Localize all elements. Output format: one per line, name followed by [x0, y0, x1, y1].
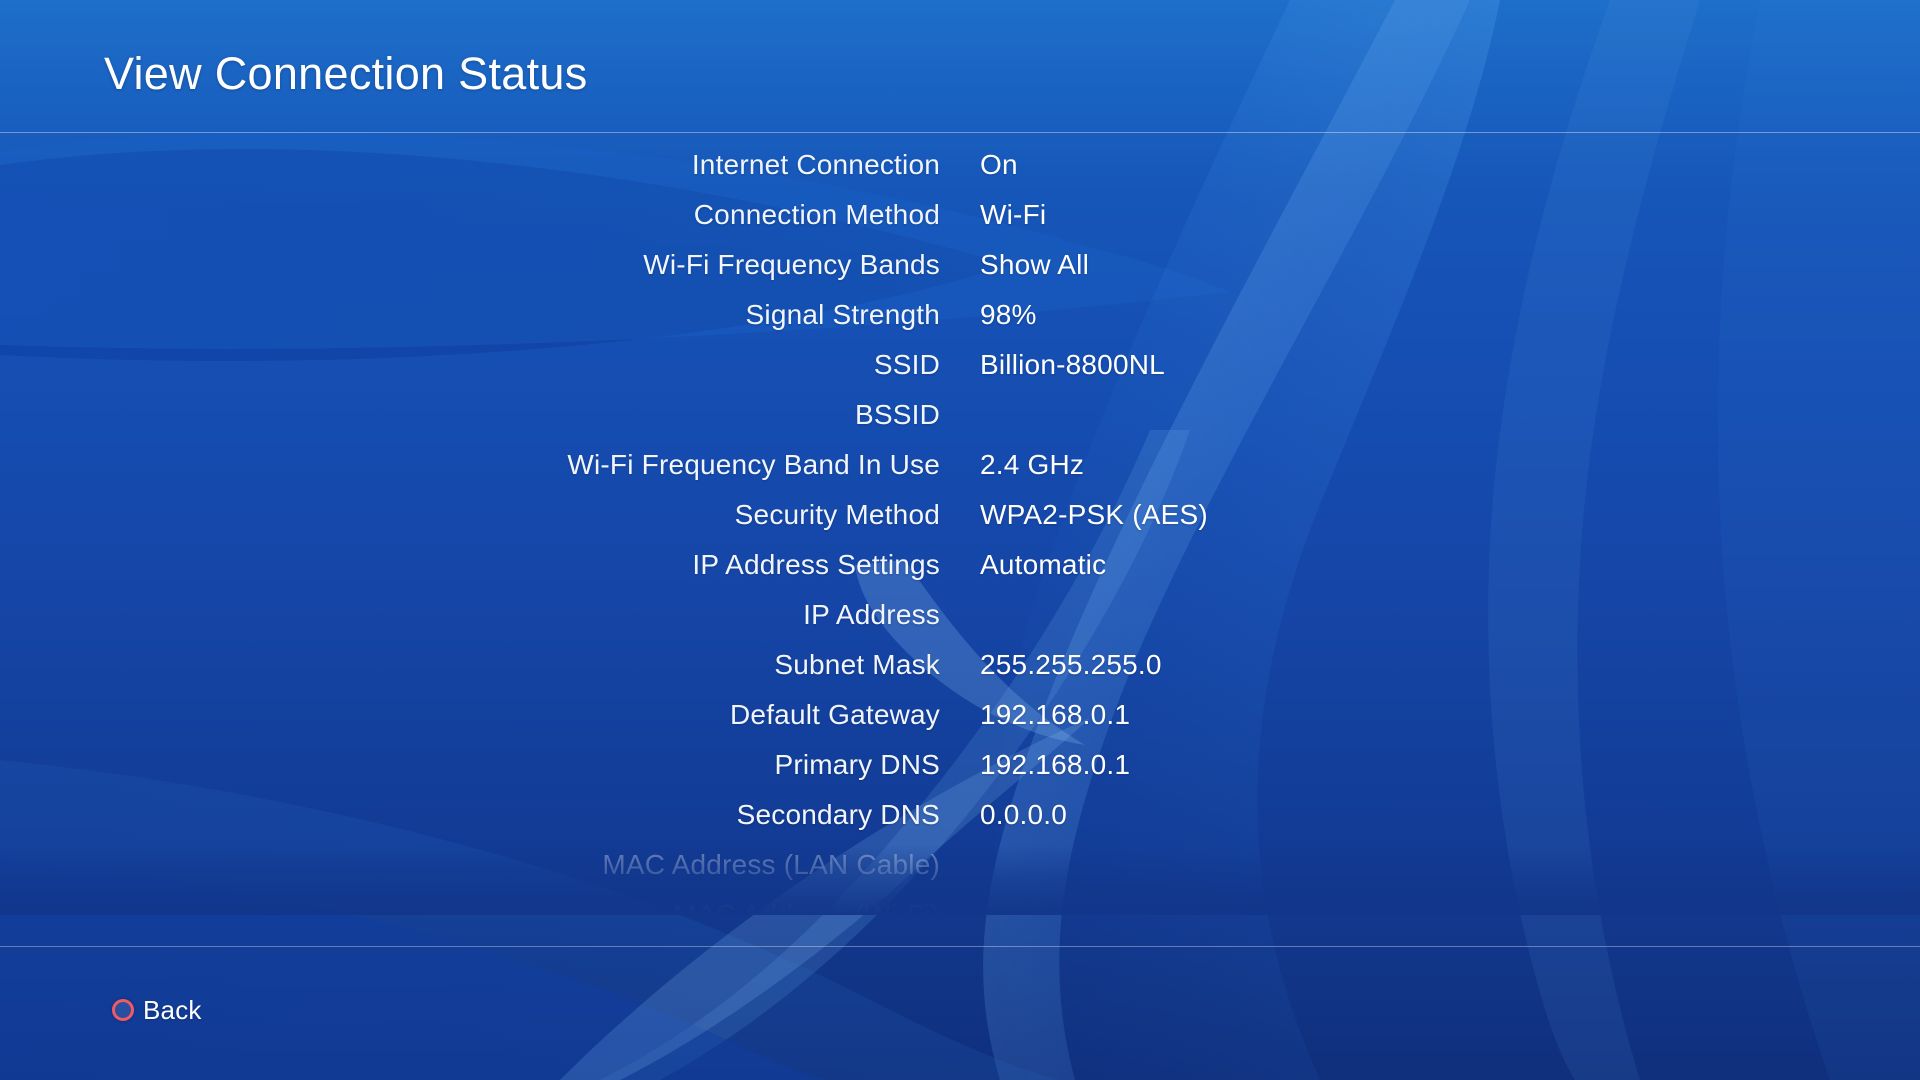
footer: Back	[0, 946, 1920, 1080]
status-row-label: Subnet Mask	[774, 649, 940, 680]
status-row[interactable]: Secondary DNS 0.0.0.0	[0, 790, 1920, 840]
status-row-label: Wi-Fi Frequency Bands	[643, 249, 940, 280]
status-row[interactable]: Internet Connection On	[0, 140, 1920, 190]
status-row-value: Show All	[980, 249, 1089, 280]
status-row-label: Secondary DNS	[736, 799, 940, 830]
status-row-label: Wi-Fi Frequency Band In Use	[567, 449, 940, 480]
status-row[interactable]: Primary DNS 192.168.0.1	[0, 740, 1920, 790]
status-row-value: Billion-8800NL	[980, 349, 1165, 380]
status-row-label: Security Method	[734, 499, 940, 530]
status-row-label: MAC Address (Wi-Fi)	[673, 899, 940, 915]
back-button-label: Back	[143, 994, 202, 1025]
status-row-value: 98%	[980, 299, 1037, 330]
status-row[interactable]: IP Address	[0, 590, 1920, 640]
circle-button-icon	[112, 999, 134, 1021]
status-row[interactable]: Wi-Fi Frequency Band In Use 2.4 GHz	[0, 440, 1920, 490]
status-row-value: Automatic	[980, 549, 1107, 580]
status-row[interactable]: MAC Address (LAN Cable)	[0, 840, 1920, 890]
status-row-value: WPA2-PSK (AES)	[980, 499, 1208, 530]
status-row[interactable]: Connection Method Wi-Fi	[0, 190, 1920, 240]
status-row-label: Connection Method	[693, 199, 940, 230]
status-row-value: 192.168.0.1	[980, 699, 1131, 730]
status-row-value: 192.168.0.1	[980, 749, 1131, 780]
status-row[interactable]: Signal Strength 98%	[0, 290, 1920, 340]
status-row-label: IP Address Settings	[692, 549, 940, 580]
status-row-label: Internet Connection	[691, 149, 940, 180]
footer-divider	[0, 946, 1920, 947]
back-button[interactable]: Back	[112, 993, 202, 1027]
connection-status-rows: Internet Connection On Connection Method Wi…	[0, 140, 1920, 915]
status-row[interactable]: BSSID	[0, 390, 1920, 440]
status-row[interactable]: MAC Address (Wi-Fi)	[0, 890, 1920, 915]
status-row[interactable]: Subnet Mask 255.255.255.0	[0, 640, 1920, 690]
status-row-value: 255.255.255.0	[980, 649, 1162, 680]
status-row[interactable]: IP Address Settings Automatic	[0, 540, 1920, 590]
status-row-value: 2.4 GHz	[980, 449, 1085, 480]
page-title: View Connection Status	[104, 48, 588, 99]
status-row[interactable]: Default Gateway 192.168.0.1	[0, 690, 1920, 740]
header-divider	[0, 132, 1920, 133]
ps4-connection-status-screen: View Connection Status Internet Connecti…	[0, 0, 1920, 1080]
status-row[interactable]: Security Method WPA2-PSK (AES)	[0, 490, 1920, 540]
status-row-label: MAC Address (LAN Cable)	[602, 849, 940, 880]
status-row-label: SSID	[873, 349, 940, 380]
status-row-value: 0.0.0.0	[980, 799, 1068, 830]
status-row-label: IP Address	[803, 599, 940, 630]
status-row-value: On	[980, 149, 1018, 180]
connection-status-list[interactable]: Internet Connection On Connection Method Wi…	[0, 140, 1920, 915]
status-row[interactable]: SSID Billion-8800NL	[0, 340, 1920, 390]
status-row-value: Wi-Fi	[980, 199, 1047, 230]
status-row-label: Primary DNS	[774, 749, 940, 780]
status-row-label: BSSID	[854, 399, 940, 430]
header: View Connection Status	[0, 0, 1920, 133]
status-row[interactable]: Wi-Fi Frequency Bands Show All	[0, 240, 1920, 290]
status-row-label: Default Gateway	[730, 699, 940, 730]
status-row-label: Signal Strength	[745, 299, 940, 330]
